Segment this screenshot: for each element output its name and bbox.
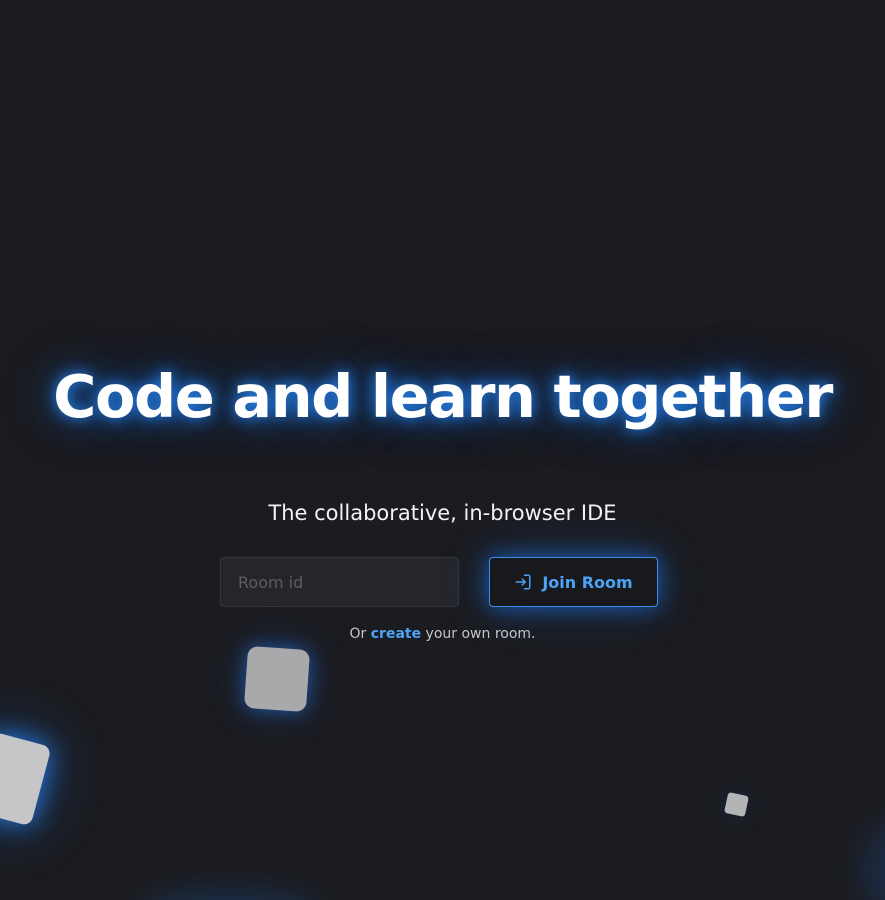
join-room-button[interactable]: Join Room bbox=[489, 557, 658, 607]
hint-suffix: your own room. bbox=[425, 626, 536, 642]
login-arrow-icon bbox=[514, 573, 532, 591]
background-glow bbox=[860, 820, 885, 900]
background-glow bbox=[140, 888, 320, 900]
join-room-label: Join Room bbox=[542, 572, 633, 592]
landing-page: Code and learn together The collaborativ… bbox=[0, 0, 885, 900]
create-room-hint: Or create your own room. bbox=[0, 626, 885, 642]
floating-cube bbox=[243, 645, 311, 713]
room-id-input[interactable] bbox=[220, 557, 459, 607]
floating-cube bbox=[0, 731, 52, 827]
hero-subtitle: The collaborative, in-browser IDE bbox=[268, 501, 617, 525]
hero-title: Code and learn together bbox=[53, 362, 833, 431]
hint-prefix: Or bbox=[349, 626, 367, 642]
floating-cube bbox=[724, 792, 749, 817]
create-room-link[interactable]: create bbox=[371, 626, 421, 642]
